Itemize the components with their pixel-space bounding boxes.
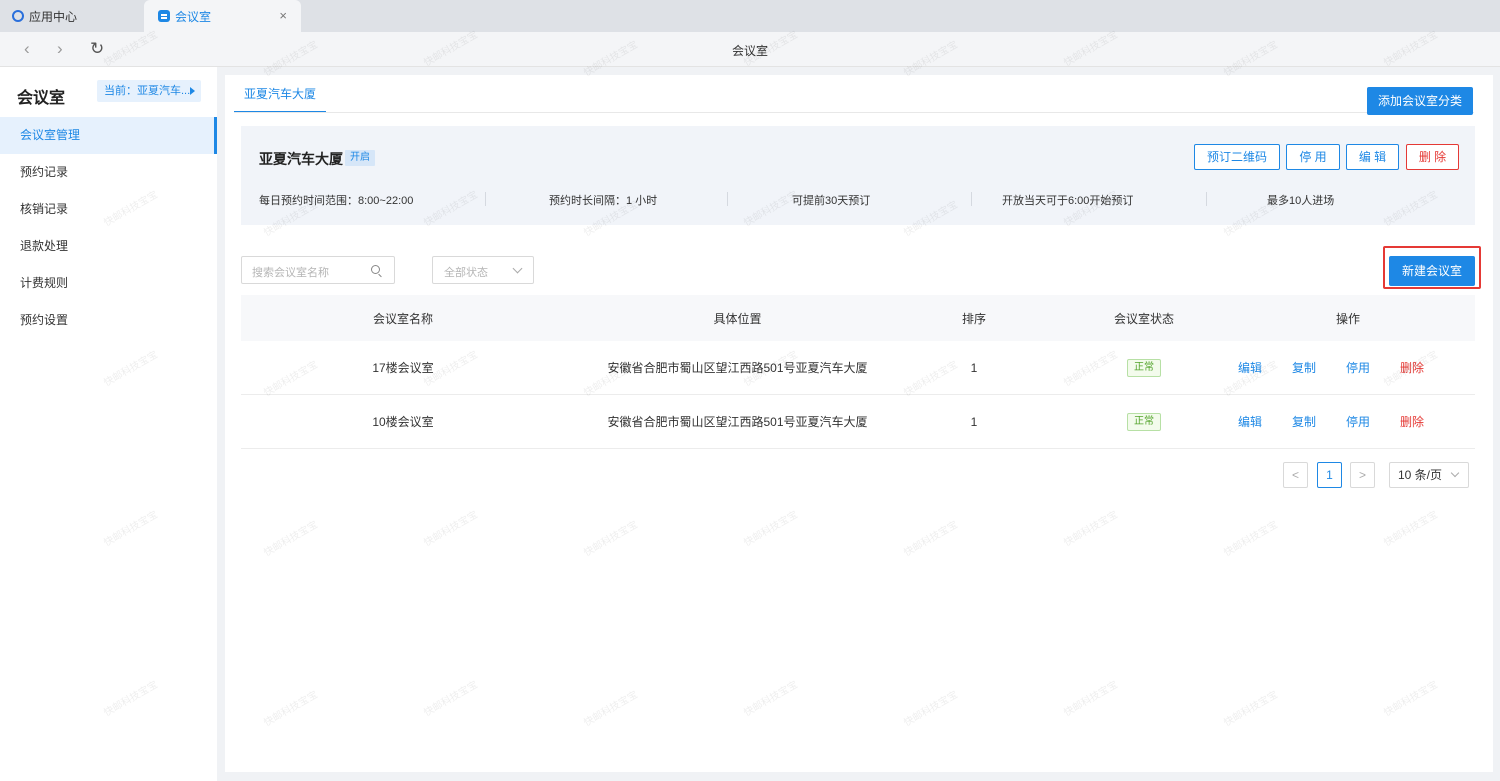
delete-link[interactable]: 删除: [1385, 359, 1439, 376]
room-name: 17楼会议室: [372, 361, 434, 375]
table-row: 10楼会议室 安徽省合肥市蜀山区望江西路501号亚夏汽车大厦 1 正常 编辑 复…: [241, 395, 1475, 449]
divider: [234, 112, 1474, 113]
sidebar-item-verification-records[interactable]: 核销记录: [0, 191, 217, 228]
room-sort: 1: [970, 360, 978, 375]
info-open-time: 开放当天可于6:00开始预订: [1002, 195, 1134, 207]
col-header-name: 会议室名称: [372, 311, 433, 326]
table-header: 会议室名称 具体位置 排序 会议室状态 操作: [241, 295, 1475, 341]
sidebar-item-booking-records[interactable]: 预约记录: [0, 154, 217, 191]
disable-building-button[interactable]: 停 用: [1286, 144, 1340, 170]
next-page-button[interactable]: >: [1350, 462, 1375, 488]
copy-link[interactable]: 复制: [1277, 413, 1331, 430]
divider: [1206, 192, 1207, 206]
room-status-cell: 正常: [1074, 395, 1214, 448]
caret-right-icon: [190, 87, 195, 95]
meeting-room-icon: [158, 10, 170, 22]
page-title: 会议室: [731, 44, 768, 58]
col-header-location: 具体位置: [713, 311, 762, 326]
col-header-ops: 操作: [1335, 311, 1360, 326]
disable-link[interactable]: 停用: [1331, 413, 1385, 430]
app-center-icon: [12, 10, 24, 22]
tab-label: 应用中心: [29, 9, 78, 24]
sidebar-title: 会议室: [17, 90, 66, 107]
table-row: 17楼会议室 安徽省合肥市蜀山区望江西路501号亚夏汽车大厦 1 正常 编辑 复…: [241, 341, 1475, 395]
sidebar-item-billing-rules[interactable]: 计费规则: [0, 265, 217, 302]
search-placeholder: 搜索会议室名称: [252, 267, 329, 279]
row-actions: 编辑 复制 停用 删除: [1221, 395, 1475, 448]
edit-link[interactable]: 编辑: [1223, 359, 1277, 376]
copy-link[interactable]: 复制: [1277, 359, 1331, 376]
browser-nav-bar: ‹ › ↻ 会议室: [0, 32, 1500, 67]
edit-link[interactable]: 编辑: [1223, 413, 1277, 430]
tab-meeting-room[interactable]: 会议室 ×: [144, 0, 301, 32]
edit-building-button[interactable]: 编 辑: [1346, 144, 1399, 170]
add-room-category-button[interactable]: 添加会议室分类: [1367, 87, 1473, 115]
divider: [727, 192, 728, 206]
info-time-range: 每日预约时间范围：8:00~22:00: [259, 195, 414, 207]
status-filter-select[interactable]: 全部状态: [432, 256, 534, 284]
room-status-cell: 正常: [1074, 341, 1214, 394]
chevron-down-icon: [512, 263, 523, 274]
divider: [971, 192, 972, 206]
current-building-label: 当前：亚夏汽车...: [104, 85, 191, 97]
sidebar-menu: 会议室管理 预约记录 核销记录 退款处理 计费规则 预约设置: [0, 117, 217, 339]
sidebar: 会议室 当前：亚夏汽车... 会议室管理 预约记录 核销记录 退款处理 计费规则…: [0, 67, 217, 781]
room-location: 安徽省合肥市蜀山区望江西路501号亚夏汽车大厦: [607, 361, 868, 375]
current-building-selector[interactable]: 当前：亚夏汽车...: [97, 80, 201, 102]
booking-qr-button[interactable]: 预订二维码: [1194, 144, 1280, 170]
disable-link[interactable]: 停用: [1331, 359, 1385, 376]
rooms-table: 会议室名称 具体位置 排序 会议室状态 操作 17楼会议室 安徽省合肥市蜀山区望…: [241, 295, 1475, 449]
room-location: 安徽省合肥市蜀山区望江西路501号亚夏汽车大厦: [607, 415, 868, 429]
status-filter-value: 全部状态: [444, 267, 488, 279]
building-card: 亚夏汽车大厦 开启 预订二维码 停 用 编 辑 删 除 每日预约时间范围：8:0…: [241, 126, 1475, 225]
building-name: 亚夏汽车大厦: [259, 151, 343, 167]
status-badge: 正常: [1127, 358, 1161, 377]
info-max-people: 最多10人进场: [1267, 195, 1335, 207]
status-badge: 正常: [1127, 412, 1161, 431]
page-size-value: 10 条/页: [1398, 468, 1443, 482]
sidebar-item-room-management[interactable]: 会议室管理: [0, 117, 217, 154]
main-panel: 亚夏汽车大厦 添加会议室分类 亚夏汽车大厦 开启 预订二维码 停 用 编 辑 删…: [225, 75, 1493, 772]
status-badge: 开启: [345, 150, 375, 166]
new-room-button[interactable]: 新建会议室: [1389, 256, 1475, 286]
page-size-select[interactable]: 10 条/页: [1389, 462, 1469, 488]
tab-building[interactable]: 亚夏汽车大厦: [234, 75, 327, 113]
sidebar-item-booking-settings[interactable]: 预约设置: [0, 302, 217, 339]
search-input[interactable]: 搜索会议室名称: [241, 256, 395, 284]
row-actions: 编辑 复制 停用 删除: [1221, 341, 1475, 394]
divider: [485, 192, 486, 206]
tab-app-center[interactable]: 应用中心: [12, 0, 77, 32]
tab-label: 会议室: [175, 9, 212, 24]
delete-link[interactable]: 删除: [1385, 413, 1439, 430]
room-sort: 1: [970, 414, 978, 429]
browser-tab-bar: 应用中心 会议室 ×: [0, 0, 1500, 32]
col-header-sort: 排序: [961, 311, 986, 326]
info-interval: 预约时长间隔：1 小时: [549, 195, 658, 207]
col-header-status: 会议室状态: [1113, 311, 1174, 326]
info-advance-days: 可提前30天预订: [792, 195, 871, 207]
page-number-button[interactable]: 1: [1317, 462, 1342, 488]
close-icon[interactable]: ×: [279, 9, 287, 22]
sidebar-item-refunds[interactable]: 退款处理: [0, 228, 217, 265]
delete-building-button[interactable]: 删 除: [1406, 144, 1459, 170]
room-name: 10楼会议室: [372, 415, 434, 429]
chevron-down-icon: [1450, 468, 1460, 478]
search-icon[interactable]: [371, 265, 380, 274]
prev-page-button[interactable]: <: [1283, 462, 1308, 488]
